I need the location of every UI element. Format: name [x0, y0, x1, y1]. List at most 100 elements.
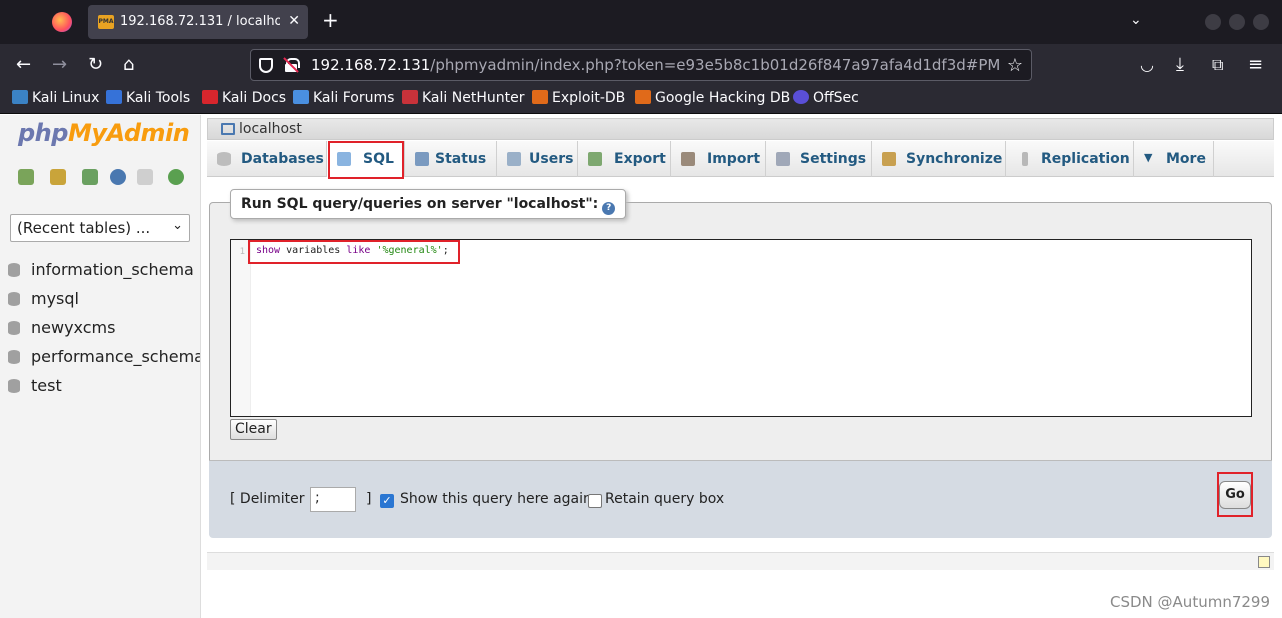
reload-icon[interactable]: ↻	[88, 55, 103, 75]
kali-docs-icon	[202, 90, 218, 104]
wrench-icon	[776, 152, 790, 166]
kali-dragon-icon	[12, 90, 28, 104]
database-item[interactable]: newyxcms	[8, 317, 200, 346]
tab-settings[interactable]: Settings	[766, 141, 872, 177]
synchronize-icon	[882, 152, 896, 166]
bookmark-kali-linux[interactable]: Kali Linux	[12, 90, 99, 106]
go-button-highlight	[1217, 472, 1253, 517]
firefox-icon[interactable]	[52, 12, 72, 32]
bookmark-exploit-db[interactable]: Exploit-DB	[532, 90, 625, 106]
home-icon[interactable]	[18, 169, 34, 185]
import-icon	[681, 152, 695, 166]
tab-more[interactable]: ▼ More	[1134, 141, 1214, 177]
query-highlight	[248, 240, 460, 264]
retain-query-checkbox[interactable]	[588, 494, 602, 508]
browser-nav-bar: ← → ↻ ⌂ 192.168.72.131/phpmyadmin/index.…	[0, 44, 1282, 86]
sql-query-legend: Run SQL query/queries on server "localho…	[230, 189, 627, 219]
url-bar[interactable]: 192.168.72.131/phpmyadmin/index.php?toke…	[250, 49, 1032, 81]
pocket-icon[interactable]: ◡	[1140, 55, 1154, 75]
downloads-icon[interactable]: ⤓	[1176, 55, 1184, 75]
tab-status[interactable]: Status	[405, 141, 497, 177]
tab-title: 192.168.72.131 / localhost	[120, 14, 280, 29]
export-icon	[588, 152, 602, 166]
tracking-shield-icon[interactable]	[259, 58, 273, 73]
bookmark-kali-tools[interactable]: Kali Tools	[106, 90, 190, 106]
sql-query-editor[interactable]: 1 show variables like '%general%';	[230, 239, 1252, 417]
logout-icon[interactable]	[50, 169, 66, 185]
bookmark-star-icon[interactable]: ☆	[1007, 55, 1023, 76]
delimiter-input[interactable]: ;	[310, 487, 356, 512]
delimiter-close-bracket: ]	[366, 491, 372, 507]
extensions-icon[interactable]: ⧉	[1212, 55, 1223, 75]
browser-tab[interactable]: PMA 192.168.72.131 / localhost ✕	[88, 5, 308, 39]
minimize-window-button[interactable]	[1205, 14, 1221, 30]
sql-query-window-icon[interactable]	[82, 169, 98, 185]
pma-favicon-icon: PMA	[98, 15, 114, 29]
bookmark-kali-forums[interactable]: Kali Forums	[293, 90, 394, 106]
server-icon	[221, 123, 235, 135]
database-icon	[8, 321, 20, 335]
pma-main: localhost Databases SQL Status Users Exp…	[201, 115, 1282, 618]
database-icon	[8, 350, 20, 364]
database-item[interactable]: information_schema	[8, 259, 200, 288]
kali-forums-icon	[293, 90, 309, 104]
browser-tab-bar: PMA 192.168.72.131 / localhost ✕ + ⌄	[0, 0, 1282, 44]
database-item[interactable]: performance_schema	[8, 346, 200, 375]
exploit-db-icon	[532, 90, 548, 104]
new-tab-button[interactable]: +	[322, 10, 339, 30]
tab-replication[interactable]: Replication	[1006, 141, 1134, 177]
help-icon[interactable]	[110, 169, 126, 185]
pma-sidebar: phpMyAdmin (Recent tables) ... ⌄ informa…	[0, 115, 201, 618]
query-options-bar: [ Delimiter ; ] ✓ Show this query here a…	[209, 460, 1272, 538]
close-tab-icon[interactable]: ✕	[288, 13, 300, 29]
tab-synchronize[interactable]: Synchronize	[872, 141, 1006, 177]
bookmark-google-hacking-db[interactable]: Google Hacking DB	[635, 90, 790, 106]
nethunter-icon	[402, 90, 418, 104]
chevron-down-icon: ⌄	[172, 218, 183, 233]
ghdb-icon	[635, 90, 651, 104]
home-icon[interactable]: ⌂	[123, 55, 134, 75]
kali-tools-icon	[106, 90, 122, 104]
back-arrow-icon[interactable]: ←	[16, 55, 31, 75]
tab-import[interactable]: Import	[671, 141, 766, 177]
database-icon	[8, 379, 20, 393]
forward-arrow-icon[interactable]: →	[52, 55, 67, 75]
url-text[interactable]: 192.168.72.131/phpmyadmin/index.php?toke…	[311, 56, 999, 74]
offsec-icon	[793, 90, 809, 104]
bookmark-offsec[interactable]: OffSec	[793, 90, 859, 106]
tab-export[interactable]: Export	[578, 141, 671, 177]
database-item[interactable]: test	[8, 375, 200, 404]
recent-tables-select[interactable]: (Recent tables) ... ⌄	[10, 214, 190, 242]
show-query-checkbox[interactable]: ✓	[380, 494, 394, 508]
server-link[interactable]: localhost	[239, 121, 302, 137]
list-tabs-chevron-icon[interactable]: ⌄	[1130, 12, 1142, 28]
menu-hamburger-icon[interactable]: ≡	[1248, 55, 1263, 75]
console-bar	[207, 552, 1274, 570]
documentation-icon[interactable]	[137, 169, 153, 185]
reload-navigation-icon[interactable]	[168, 169, 184, 185]
status-chart-icon	[415, 152, 429, 166]
database-icon	[8, 263, 20, 277]
clear-button[interactable]: Clear	[230, 419, 277, 440]
console-toggle-icon[interactable]	[1258, 556, 1270, 568]
bookmark-kali-nethunter[interactable]: Kali NetHunter	[402, 90, 524, 106]
close-window-button[interactable]	[1253, 14, 1269, 30]
maximize-window-button[interactable]	[1229, 14, 1245, 30]
bookmarks-toolbar: Kali Linux Kali Tools Kali Docs Kali For…	[0, 86, 1282, 114]
help-icon[interactable]: ?	[602, 202, 616, 215]
bookmark-kali-docs[interactable]: Kali Docs	[202, 90, 286, 106]
show-query-label[interactable]: Show this query here again	[400, 491, 592, 507]
tab-databases[interactable]: Databases	[207, 141, 327, 177]
database-item[interactable]: mysql	[8, 288, 200, 317]
replication-icon	[1022, 152, 1028, 166]
server-breadcrumb: localhost	[207, 118, 1274, 140]
databases-icon	[217, 152, 231, 166]
pma-logo[interactable]: phpMyAdmin	[18, 119, 190, 147]
tab-users[interactable]: Users	[497, 141, 578, 177]
retain-query-label[interactable]: Retain query box	[605, 491, 724, 507]
database-tree: information_schema mysql newyxcms perfor…	[8, 259, 200, 404]
database-icon	[8, 292, 20, 306]
delimiter-label: [ Delimiter	[230, 491, 305, 507]
more-triangle-icon: ▼	[1144, 151, 1153, 164]
sql-tab-highlight	[328, 141, 404, 179]
